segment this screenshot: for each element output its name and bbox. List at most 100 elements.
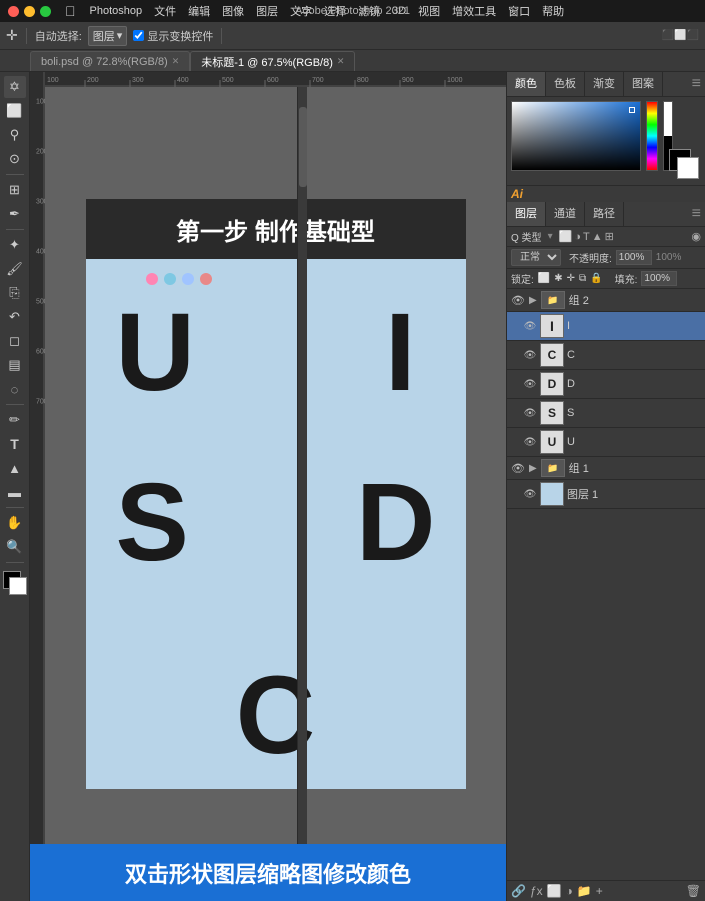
filter-shape-icon[interactable]: ▲ — [592, 231, 603, 243]
layer-D[interactable]: 👁 D D — [507, 370, 705, 399]
layer-U-eye[interactable]: 👁 — [523, 435, 537, 449]
lock-transparent-icon[interactable]: ⬜ — [538, 273, 550, 284]
foreground-background-colors[interactable] — [3, 571, 27, 595]
menu-photoshop[interactable]: Photoshop — [90, 5, 143, 17]
layer-I[interactable]: 👁 I I — [507, 312, 705, 341]
layer-1-eye[interactable]: 👁 — [523, 487, 537, 501]
color-picker[interactable] — [511, 101, 701, 181]
filter-pixel-icon[interactable]: ⬜ — [559, 230, 573, 243]
maximize-button[interactable] — [40, 6, 51, 17]
layer-I-thumb[interactable]: I — [540, 314, 564, 338]
layer-D-thumb[interactable]: D — [540, 372, 564, 396]
filter-toggle[interactable]: ◉ — [691, 230, 701, 243]
layers-menu-icon[interactable]: ≡ — [688, 202, 705, 226]
gradient-tool[interactable]: ▤ — [4, 354, 26, 376]
brush-tool[interactable]: 🖌 — [4, 258, 26, 280]
layer-U[interactable]: 👁 U U — [507, 428, 705, 457]
healing-brush-tool[interactable]: ✦ — [4, 234, 26, 256]
close-button[interactable] — [8, 6, 19, 17]
blend-mode-select[interactable]: 正常 — [511, 249, 561, 266]
group1-eye-icon[interactable]: 👁 — [511, 462, 525, 475]
add-link-icon[interactable]: 🔗 — [511, 884, 526, 898]
hand-tool[interactable]: ✋ — [4, 512, 26, 534]
blur-tool[interactable]: ◌ — [4, 378, 26, 400]
layer-C-eye[interactable]: 👁 — [523, 348, 537, 362]
opacity-input[interactable] — [616, 250, 652, 265]
scrollbar-thumb[interactable] — [299, 107, 307, 187]
white-swatch[interactable] — [664, 102, 672, 136]
vertical-scrollbar[interactable] — [297, 87, 307, 881]
tab-color[interactable]: 颜色 — [507, 72, 546, 96]
background-color[interactable] — [677, 157, 699, 179]
tab-gradient[interactable]: 渐变 — [585, 72, 624, 96]
tab-boli[interactable]: boli.psd @ 72.8%(RGB/8) ✕ — [30, 51, 190, 71]
layer-U-thumb[interactable]: U — [540, 430, 564, 454]
menu-file[interactable]: 文件 — [154, 3, 176, 19]
eyedropper-tool[interactable]: ✒ — [4, 203, 26, 225]
menu-layer[interactable]: 图层 — [256, 3, 278, 19]
layer-type-dropdown[interactable]: 图层 ▾ — [88, 26, 128, 46]
zoom-tool[interactable]: 🔍 — [4, 536, 26, 558]
group1-expand-icon[interactable]: ▶ — [529, 463, 537, 474]
crop-tool[interactable]: ⊞ — [4, 179, 26, 201]
layer-S-eye[interactable]: 👁 — [523, 406, 537, 420]
distribute-icon[interactable]: ⬛⬜⬛ — [662, 30, 699, 41]
move-tool-icon[interactable]: ✛ — [6, 27, 18, 44]
tab-pattern[interactable]: 图案 — [624, 72, 663, 96]
tab-boli-close[interactable]: ✕ — [172, 56, 180, 67]
add-layer-icon[interactable]: + — [596, 884, 603, 898]
tab-layers[interactable]: 图层 — [507, 202, 546, 226]
delete-layer-icon[interactable]: 🗑 — [686, 884, 701, 898]
lasso-tool[interactable]: ⚲ — [4, 124, 26, 146]
lock-paint-icon[interactable]: ✱ — [554, 273, 562, 284]
layer-group-1[interactable]: 👁 ▶ 📁 组 1 — [507, 457, 705, 480]
layer-I-eye[interactable]: 👁 — [523, 319, 537, 333]
add-mask-icon[interactable]: ⬜ — [547, 884, 562, 898]
menu-window[interactable]: 窗口 — [508, 3, 530, 19]
tab-untitled[interactable]: 未标题-1 @ 67.5%(RGB/8) ✕ — [190, 51, 355, 71]
filter-smart-icon[interactable]: ⊞ — [605, 230, 614, 243]
menu-view[interactable]: 视图 — [418, 3, 440, 19]
layer-S[interactable]: 👁 S S — [507, 399, 705, 428]
history-brush-tool[interactable]: ↶ — [4, 306, 26, 328]
lock-artboard-icon[interactable]: ⧉ — [579, 273, 586, 284]
show-transform-checkbox[interactable]: 显示变换控件 — [133, 28, 213, 44]
type-tool[interactable]: T — [4, 433, 26, 455]
fill-input[interactable] — [641, 271, 677, 286]
layer-C[interactable]: 👁 C C — [507, 341, 705, 370]
layer-1-thumb[interactable] — [540, 482, 564, 506]
menu-plugins[interactable]: 增效工具 — [452, 3, 496, 19]
group-expand-icon[interactable]: ▶ — [529, 295, 537, 306]
add-group-icon[interactable]: 📁 — [577, 884, 592, 898]
pen-tool[interactable]: ✏ — [4, 409, 26, 431]
layer-1[interactable]: 👁 图层 1 — [507, 480, 705, 509]
tab-paths[interactable]: 路径 — [585, 202, 624, 226]
panel-menu-icon[interactable]: ≡ — [688, 72, 705, 96]
eraser-tool[interactable]: ◻ — [4, 330, 26, 352]
transform-checkbox-input[interactable] — [133, 30, 144, 41]
shape-tool[interactable]: ▬ — [4, 481, 26, 503]
fg-bg-colors[interactable] — [669, 149, 699, 179]
menu-edit[interactable]: 编辑 — [188, 3, 210, 19]
lock-position-icon[interactable]: ✛ — [567, 273, 575, 284]
quick-select-tool[interactable]: ⊙ — [4, 148, 26, 170]
tab-untitled-close[interactable]: ✕ — [337, 56, 345, 67]
lock-all-icon[interactable]: 🔒 — [590, 273, 602, 284]
tab-swatches[interactable]: 色板 — [546, 72, 585, 96]
minimize-button[interactable] — [24, 6, 35, 17]
filter-type-icon[interactable]: T — [583, 231, 590, 243]
path-selection-tool[interactable]: ▲ — [4, 457, 26, 479]
color-gradient-square[interactable] — [511, 101, 641, 171]
layer-D-eye[interactable]: 👁 — [523, 377, 537, 391]
background-color-swatch[interactable] — [9, 577, 27, 595]
layer-C-thumb[interactable]: C — [540, 343, 564, 367]
menu-help[interactable]: 帮助 — [542, 3, 564, 19]
tab-channels[interactable]: 通道 — [546, 202, 585, 226]
group-eye-icon[interactable]: 👁 — [511, 294, 525, 307]
layer-group-2[interactable]: 👁 ▶ 📁 组 2 — [507, 289, 705, 312]
color-spectrum-bar[interactable] — [646, 101, 658, 171]
menu-image[interactable]: 图像 — [222, 3, 244, 19]
marquee-tool[interactable]: ⬜ — [4, 100, 26, 122]
layer-S-thumb[interactable]: S — [540, 401, 564, 425]
filter-adjust-icon[interactable]: ◑ — [574, 231, 581, 243]
